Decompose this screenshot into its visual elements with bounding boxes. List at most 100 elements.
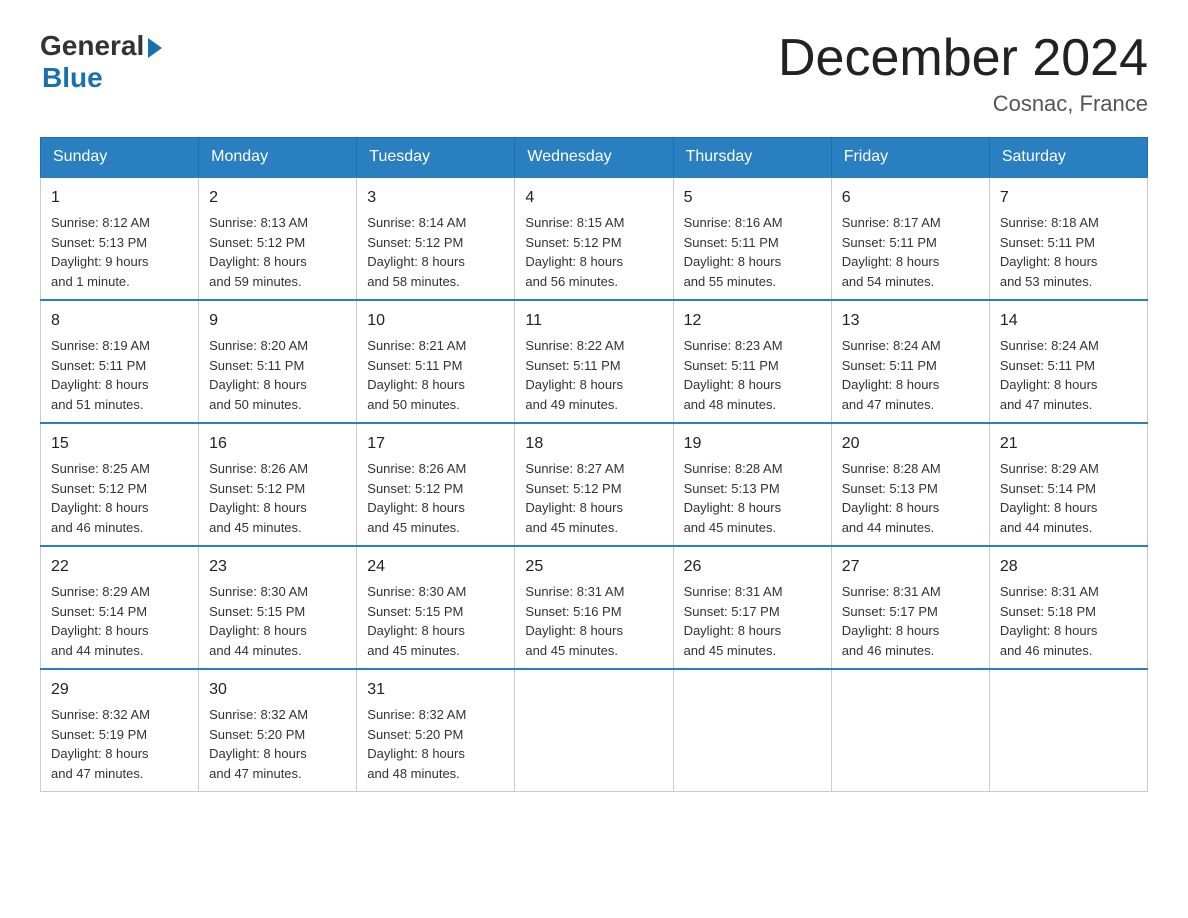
calendar-cell: 11 Sunrise: 8:22 AM Sunset: 5:11 PM Dayli… xyxy=(515,300,673,423)
day-number: 1 xyxy=(51,186,188,210)
day-info: Sunrise: 8:16 AM Sunset: 5:11 PM Dayligh… xyxy=(684,213,821,291)
day-info: Sunrise: 8:30 AM Sunset: 5:15 PM Dayligh… xyxy=(367,582,504,660)
calendar-cell: 26Sunrise: 8:31 AM Sunset: 5:17 PM Dayli… xyxy=(673,546,831,669)
day-number: 28 xyxy=(1000,555,1137,579)
day-number: 18 xyxy=(525,432,662,456)
day-number: 19 xyxy=(684,432,821,456)
weekday-header-sunday: Sunday xyxy=(41,138,199,178)
day-number: 22 xyxy=(51,555,188,579)
calendar-cell: 16 Sunrise: 8:26 AM Sunset: 5:12 PM Dayli… xyxy=(199,423,357,546)
calendar-cell: 25 Sunrise: 8:31 AM Sunset: 5:16 PM Dayli… xyxy=(515,546,673,669)
logo-arrow-icon xyxy=(148,38,162,58)
day-number: 31 xyxy=(367,678,504,702)
calendar-cell: 15 Sunrise: 8:25 AM Sunset: 5:12 PM Dayli… xyxy=(41,423,199,546)
day-info: Sunrise: 8:15 AM Sunset: 5:12 PM Dayligh… xyxy=(525,213,662,291)
calendar-cell: 6 Sunrise: 8:17 AM Sunset: 5:11 PM Daylig… xyxy=(831,177,989,300)
calendar-cell: 24Sunrise: 8:30 AM Sunset: 5:15 PM Dayli… xyxy=(357,546,515,669)
calendar-cell: 2 Sunrise: 8:13 AM Sunset: 5:12 PM Daylig… xyxy=(199,177,357,300)
day-number: 7 xyxy=(1000,186,1137,210)
day-number: 4 xyxy=(525,186,662,210)
day-info: Sunrise: 8:32 AM Sunset: 5:20 PM Dayligh… xyxy=(209,705,346,783)
calendar-week-row: 1 Sunrise: 8:12 AM Sunset: 5:13 PM Daylig… xyxy=(41,177,1148,300)
weekday-header-thursday: Thursday xyxy=(673,138,831,178)
calendar-cell: 5 Sunrise: 8:16 AM Sunset: 5:11 PM Daylig… xyxy=(673,177,831,300)
calendar-cell: 23 Sunrise: 8:30 AM Sunset: 5:15 PM Dayli… xyxy=(199,546,357,669)
day-info: Sunrise: 8:31 AM Sunset: 5:16 PM Dayligh… xyxy=(525,582,662,660)
day-info: Sunrise: 8:17 AM Sunset: 5:11 PM Dayligh… xyxy=(842,213,979,291)
day-info: Sunrise: 8:13 AM Sunset: 5:12 PM Dayligh… xyxy=(209,213,346,291)
calendar-cell: 17 Sunrise: 8:26 AM Sunset: 5:12 PM Dayli… xyxy=(357,423,515,546)
day-number: 12 xyxy=(684,309,821,333)
page-header: General Blue December 2024 Cosnac, Franc… xyxy=(40,30,1148,117)
day-number: 13 xyxy=(842,309,979,333)
calendar-week-row: 22 Sunrise: 8:29 AM Sunset: 5:14 PM Dayli… xyxy=(41,546,1148,669)
location-label: Cosnac, France xyxy=(778,91,1148,117)
day-info: Sunrise: 8:19 AM Sunset: 5:11 PM Dayligh… xyxy=(51,336,188,414)
weekday-header-friday: Friday xyxy=(831,138,989,178)
weekday-header-tuesday: Tuesday xyxy=(357,138,515,178)
day-info: Sunrise: 8:28 AM Sunset: 5:13 PM Dayligh… xyxy=(684,459,821,537)
calendar-cell xyxy=(831,669,989,792)
day-info: Sunrise: 8:31 AM Sunset: 5:18 PM Dayligh… xyxy=(1000,582,1137,660)
calendar-cell: 8 Sunrise: 8:19 AM Sunset: 5:11 PM Daylig… xyxy=(41,300,199,423)
calendar-cell xyxy=(673,669,831,792)
day-number: 25 xyxy=(525,555,662,579)
day-info: Sunrise: 8:26 AM Sunset: 5:12 PM Dayligh… xyxy=(367,459,504,537)
day-number: 5 xyxy=(684,186,821,210)
day-number: 17 xyxy=(367,432,504,456)
calendar-cell: 21 Sunrise: 8:29 AM Sunset: 5:14 PM Dayli… xyxy=(989,423,1147,546)
calendar-week-row: 15 Sunrise: 8:25 AM Sunset: 5:12 PM Dayli… xyxy=(41,423,1148,546)
calendar-cell: 13 Sunrise: 8:24 AM Sunset: 5:11 PM Dayli… xyxy=(831,300,989,423)
calendar-cell: 9Sunrise: 8:20 AM Sunset: 5:11 PM Daylig… xyxy=(199,300,357,423)
calendar-cell: 3Sunrise: 8:14 AM Sunset: 5:12 PM Daylig… xyxy=(357,177,515,300)
day-info: Sunrise: 8:22 AM Sunset: 5:11 PM Dayligh… xyxy=(525,336,662,414)
day-number: 16 xyxy=(209,432,346,456)
calendar-cell: 14 Sunrise: 8:24 AM Sunset: 5:11 PM Dayli… xyxy=(989,300,1147,423)
day-number: 21 xyxy=(1000,432,1137,456)
day-info: Sunrise: 8:26 AM Sunset: 5:12 PM Dayligh… xyxy=(209,459,346,537)
calendar-cell: 4 Sunrise: 8:15 AM Sunset: 5:12 PM Daylig… xyxy=(515,177,673,300)
day-info: Sunrise: 8:29 AM Sunset: 5:14 PM Dayligh… xyxy=(51,582,188,660)
calendar-table: SundayMondayTuesdayWednesdayThursdayFrid… xyxy=(40,137,1148,792)
calendar-cell xyxy=(515,669,673,792)
weekday-header-wednesday: Wednesday xyxy=(515,138,673,178)
day-number: 2 xyxy=(209,186,346,210)
calendar-cell: 27 Sunrise: 8:31 AM Sunset: 5:17 PM Dayli… xyxy=(831,546,989,669)
day-info: Sunrise: 8:14 AM Sunset: 5:12 PM Dayligh… xyxy=(367,213,504,291)
day-number: 6 xyxy=(842,186,979,210)
day-number: 11 xyxy=(525,309,662,333)
calendar-cell: 18Sunrise: 8:27 AM Sunset: 5:12 PM Dayli… xyxy=(515,423,673,546)
day-info: Sunrise: 8:12 AM Sunset: 5:13 PM Dayligh… xyxy=(51,213,188,291)
day-number: 14 xyxy=(1000,309,1137,333)
calendar-cell: 29Sunrise: 8:32 AM Sunset: 5:19 PM Dayli… xyxy=(41,669,199,792)
day-info: Sunrise: 8:25 AM Sunset: 5:12 PM Dayligh… xyxy=(51,459,188,537)
day-info: Sunrise: 8:28 AM Sunset: 5:13 PM Dayligh… xyxy=(842,459,979,537)
day-number: 27 xyxy=(842,555,979,579)
day-info: Sunrise: 8:30 AM Sunset: 5:15 PM Dayligh… xyxy=(209,582,346,660)
title-section: December 2024 Cosnac, France xyxy=(778,30,1148,117)
day-number: 8 xyxy=(51,309,188,333)
day-info: Sunrise: 8:31 AM Sunset: 5:17 PM Dayligh… xyxy=(842,582,979,660)
day-number: 30 xyxy=(209,678,346,702)
day-number: 9 xyxy=(209,309,346,333)
calendar-cell: 30 Sunrise: 8:32 AM Sunset: 5:20 PM Dayli… xyxy=(199,669,357,792)
calendar-cell: 19 Sunrise: 8:28 AM Sunset: 5:13 PM Dayli… xyxy=(673,423,831,546)
day-info: Sunrise: 8:23 AM Sunset: 5:11 PM Dayligh… xyxy=(684,336,821,414)
calendar-header-row: SundayMondayTuesdayWednesdayThursdayFrid… xyxy=(41,138,1148,178)
weekday-header-saturday: Saturday xyxy=(989,138,1147,178)
logo-blue-text: Blue xyxy=(42,62,103,94)
day-number: 20 xyxy=(842,432,979,456)
day-info: Sunrise: 8:29 AM Sunset: 5:14 PM Dayligh… xyxy=(1000,459,1137,537)
calendar-cell: 28 Sunrise: 8:31 AM Sunset: 5:18 PM Dayli… xyxy=(989,546,1147,669)
calendar-cell: 10Sunrise: 8:21 AM Sunset: 5:11 PM Dayli… xyxy=(357,300,515,423)
day-info: Sunrise: 8:21 AM Sunset: 5:11 PM Dayligh… xyxy=(367,336,504,414)
calendar-cell: 20 Sunrise: 8:28 AM Sunset: 5:13 PM Dayli… xyxy=(831,423,989,546)
calendar-week-row: 29Sunrise: 8:32 AM Sunset: 5:19 PM Dayli… xyxy=(41,669,1148,792)
calendar-cell xyxy=(989,669,1147,792)
day-info: Sunrise: 8:24 AM Sunset: 5:11 PM Dayligh… xyxy=(1000,336,1137,414)
logo: General Blue xyxy=(40,30,162,94)
day-info: Sunrise: 8:24 AM Sunset: 5:11 PM Dayligh… xyxy=(842,336,979,414)
day-number: 15 xyxy=(51,432,188,456)
day-number: 23 xyxy=(209,555,346,579)
calendar-cell: 7Sunrise: 8:18 AM Sunset: 5:11 PM Daylig… xyxy=(989,177,1147,300)
